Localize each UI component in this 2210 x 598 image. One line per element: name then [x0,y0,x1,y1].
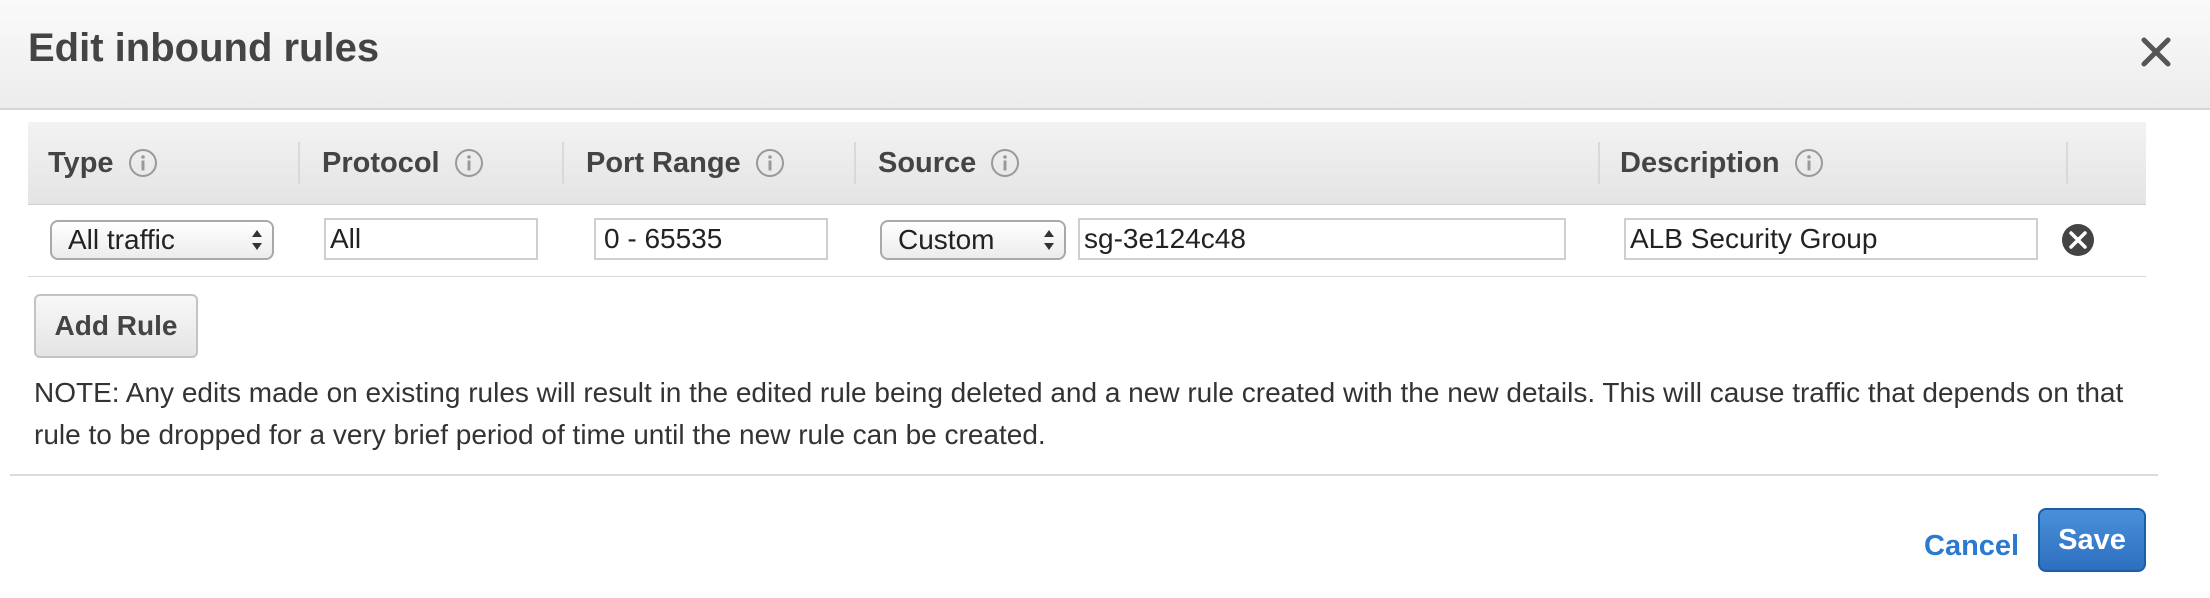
header-description: Description [1620,122,1824,204]
protocol-field[interactable]: All [324,218,538,260]
header-port-range-label: Port Range [586,146,741,179]
table-row: All traffic All 0 - 65535 Custom sg-3e12… [28,204,2146,277]
info-icon[interactable] [990,148,1020,178]
dialog-header: Edit inbound rules [0,0,2210,110]
column-divider [854,142,856,184]
column-divider [562,142,564,184]
header-type: Type [48,122,158,204]
header-type-label: Type [48,146,114,179]
type-select[interactable]: All traffic [50,220,274,260]
column-divider [298,142,300,184]
info-icon[interactable] [454,148,484,178]
info-icon[interactable] [128,148,158,178]
select-arrows-icon [252,230,262,250]
type-select-value: All traffic [68,224,175,255]
header-source-label: Source [878,146,977,179]
dialog-title: Edit inbound rules [28,26,380,70]
close-icon[interactable] [2134,30,2178,74]
rules-table-header: Type Protocol Port Range Source Descript… [28,122,2146,205]
info-icon[interactable] [1794,148,1824,178]
save-button[interactable]: Save [2038,508,2146,572]
header-protocol-label: Protocol [322,146,440,179]
header-port-range: Port Range [586,122,785,204]
header-protocol: Protocol [322,122,484,204]
source-input[interactable]: sg-3e124c48 [1078,218,1566,260]
port-range-field[interactable]: 0 - 65535 [594,218,828,260]
footer-divider [10,474,2158,476]
info-icon[interactable] [755,148,785,178]
add-rule-button[interactable]: Add Rule [34,294,198,358]
column-divider [2066,142,2068,184]
edit-note-text: NOTE: Any edits made on existing rules w… [34,377,2124,450]
description-input[interactable]: ALB Security Group [1624,218,2038,260]
source-type-select[interactable]: Custom [880,220,1066,260]
header-source: Source [878,122,1020,204]
header-description-label: Description [1620,146,1780,179]
source-type-value: Custom [898,224,995,255]
cancel-link[interactable]: Cancel [1924,530,2019,563]
select-arrows-icon [1044,230,1054,250]
column-divider [1598,142,1600,184]
remove-circle-icon[interactable] [2060,222,2096,258]
